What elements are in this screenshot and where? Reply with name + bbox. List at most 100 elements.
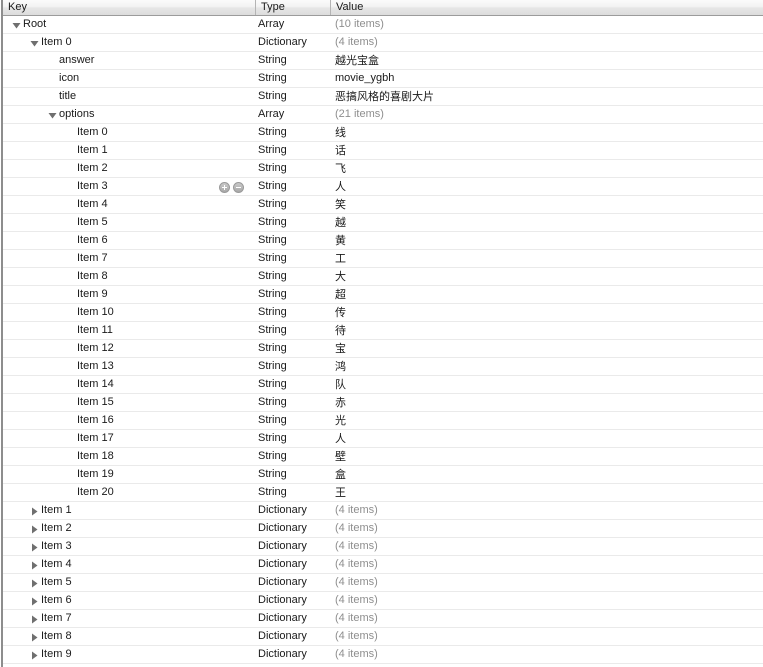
column-header-key[interactable]: Key xyxy=(3,0,255,15)
row-key-cell[interactable]: Item 6 xyxy=(3,592,255,609)
row-key-cell[interactable]: Item 16 xyxy=(3,412,255,429)
table-row[interactable]: Item 8 String 大 xyxy=(3,268,763,286)
disclosure-triangle-collapsed-icon[interactable] xyxy=(30,561,39,570)
table-row[interactable]: Item 20 String 王 xyxy=(3,484,763,502)
row-key-cell[interactable]: Item 8 xyxy=(3,268,255,285)
row-type-cell[interactable]: String xyxy=(255,322,330,339)
row-value-cell[interactable]: (4 items) xyxy=(330,502,750,519)
disclosure-triangle-collapsed-icon[interactable] xyxy=(30,615,39,624)
row-key-cell[interactable]: Item 20 xyxy=(3,484,255,501)
row-type-cell[interactable]: String xyxy=(255,430,330,447)
row-type-cell[interactable]: String xyxy=(255,484,330,501)
row-type-cell[interactable]: String xyxy=(255,340,330,357)
row-value-cell[interactable]: 盒 xyxy=(330,466,750,483)
row-key-cell[interactable]: answer xyxy=(3,52,255,69)
table-row[interactable]: Item 4 String 笑 xyxy=(3,196,763,214)
row-key-cell[interactable]: Item 17 xyxy=(3,430,255,447)
table-row[interactable]: Item 9 String 超 xyxy=(3,286,763,304)
row-type-cell[interactable]: String xyxy=(255,448,330,465)
table-row[interactable]: Item 5 Dictionary (4 items) xyxy=(3,574,763,592)
row-value-cell[interactable]: 待 xyxy=(330,322,750,339)
row-value-cell[interactable]: 王 xyxy=(330,484,750,501)
disclosure-triangle-collapsed-icon[interactable] xyxy=(30,507,39,516)
row-value-cell[interactable]: 大 xyxy=(330,268,750,285)
row-key-cell[interactable]: Item 13 xyxy=(3,358,255,375)
disclosure-triangle-collapsed-icon[interactable] xyxy=(30,543,39,552)
row-key-cell[interactable]: Item 0 xyxy=(3,34,255,51)
row-key-cell[interactable]: icon xyxy=(3,70,255,87)
table-row[interactable]: Item 0 Dictionary (4 items) xyxy=(3,34,763,52)
row-type-cell[interactable]: String xyxy=(255,178,330,195)
row-type-cell[interactable]: Dictionary xyxy=(255,646,330,663)
row-key-cell[interactable]: Item 15 xyxy=(3,394,255,411)
row-key-cell[interactable]: Item 14 xyxy=(3,376,255,393)
row-value-cell[interactable]: 人 xyxy=(330,178,750,195)
row-value-cell[interactable]: 工 xyxy=(330,250,750,267)
disclosure-triangle-expanded-icon[interactable] xyxy=(30,39,39,48)
table-row[interactable]: Item 16 String 光 xyxy=(3,412,763,430)
row-type-cell[interactable]: Dictionary xyxy=(255,574,330,591)
table-row[interactable]: Item 1 String 话 xyxy=(3,142,763,160)
disclosure-triangle-collapsed-icon[interactable] xyxy=(30,525,39,534)
row-key-cell[interactable]: Item 8 xyxy=(3,628,255,645)
row-type-cell[interactable]: Dictionary xyxy=(255,502,330,519)
disclosure-triangle-collapsed-icon[interactable] xyxy=(30,579,39,588)
row-value-cell[interactable]: 赤 xyxy=(330,394,750,411)
row-value-cell[interactable]: 话 xyxy=(330,142,750,159)
row-type-cell[interactable]: String xyxy=(255,304,330,321)
row-key-cell[interactable]: Item 4 xyxy=(3,556,255,573)
table-row[interactable]: Item 12 String 宝 xyxy=(3,340,763,358)
row-key-cell[interactable]: Item 18 xyxy=(3,448,255,465)
row-type-cell[interactable]: String xyxy=(255,376,330,393)
row-type-cell[interactable]: Dictionary xyxy=(255,34,330,51)
row-type-cell[interactable]: Array xyxy=(255,106,330,123)
row-value-cell[interactable]: 人 xyxy=(330,430,750,447)
row-value-cell[interactable]: 越 xyxy=(330,214,750,231)
row-key-cell[interactable]: Item 1 xyxy=(3,502,255,519)
table-row[interactable]: Item 6 Dictionary (4 items) xyxy=(3,592,763,610)
row-type-cell[interactable]: String xyxy=(255,88,330,105)
row-key-cell[interactable]: Item 1 xyxy=(3,142,255,159)
table-row[interactable]: Item 3 String 人 xyxy=(3,178,763,196)
row-value-cell[interactable]: (4 items) xyxy=(330,592,750,609)
disclosure-triangle-collapsed-icon[interactable] xyxy=(30,651,39,660)
row-key-cell[interactable]: Item 0 xyxy=(3,124,255,141)
row-key-cell[interactable]: options xyxy=(3,106,255,123)
row-value-cell[interactable]: 鸿 xyxy=(330,358,750,375)
row-value-cell[interactable]: (4 items) xyxy=(330,574,750,591)
row-key-cell[interactable]: Item 4 xyxy=(3,196,255,213)
table-row[interactable]: Item 7 String 工 xyxy=(3,250,763,268)
row-value-cell[interactable]: (4 items) xyxy=(330,34,750,51)
row-value-cell[interactable]: (4 items) xyxy=(330,610,750,627)
row-value-cell[interactable]: 光 xyxy=(330,412,750,429)
row-key-cell[interactable]: Item 12 xyxy=(3,340,255,357)
row-type-cell[interactable]: String xyxy=(255,232,330,249)
row-value-cell[interactable]: movie_ygbh xyxy=(330,70,750,87)
table-row[interactable]: answer String 越光宝盒 xyxy=(3,52,763,70)
table-row[interactable]: Item 17 String 人 xyxy=(3,430,763,448)
table-row[interactable]: Item 13 String 鸿 xyxy=(3,358,763,376)
table-row[interactable]: Item 10 String 传 xyxy=(3,304,763,322)
row-value-cell[interactable]: (4 items) xyxy=(330,646,750,663)
row-key-cell[interactable]: Item 19 xyxy=(3,466,255,483)
row-value-cell[interactable]: 传 xyxy=(330,304,750,321)
row-type-cell[interactable]: String xyxy=(255,394,330,411)
row-type-cell[interactable]: String xyxy=(255,70,330,87)
row-key-cell[interactable]: title xyxy=(3,88,255,105)
row-value-cell[interactable]: 线 xyxy=(330,124,750,141)
row-value-cell[interactable]: 恶搞风格的喜剧大片 xyxy=(330,88,750,105)
table-row[interactable]: title String 恶搞风格的喜剧大片 xyxy=(3,88,763,106)
row-type-cell[interactable]: String xyxy=(255,358,330,375)
table-row[interactable]: Item 2 String 飞 xyxy=(3,160,763,178)
table-row[interactable]: Item 15 String 赤 xyxy=(3,394,763,412)
row-type-cell[interactable]: String xyxy=(255,52,330,69)
row-type-cell[interactable]: Dictionary xyxy=(255,556,330,573)
row-key-cell[interactable]: Item 9 xyxy=(3,286,255,303)
row-type-cell[interactable]: Dictionary xyxy=(255,610,330,627)
table-row[interactable]: Item 1 Dictionary (4 items) xyxy=(3,502,763,520)
table-row[interactable]: Item 18 String 壁 xyxy=(3,448,763,466)
table-row[interactable]: options Array (21 items) xyxy=(3,106,763,124)
table-row[interactable]: Item 6 String 黄 xyxy=(3,232,763,250)
column-header-value[interactable]: Value xyxy=(330,0,763,15)
row-type-cell[interactable]: String xyxy=(255,268,330,285)
